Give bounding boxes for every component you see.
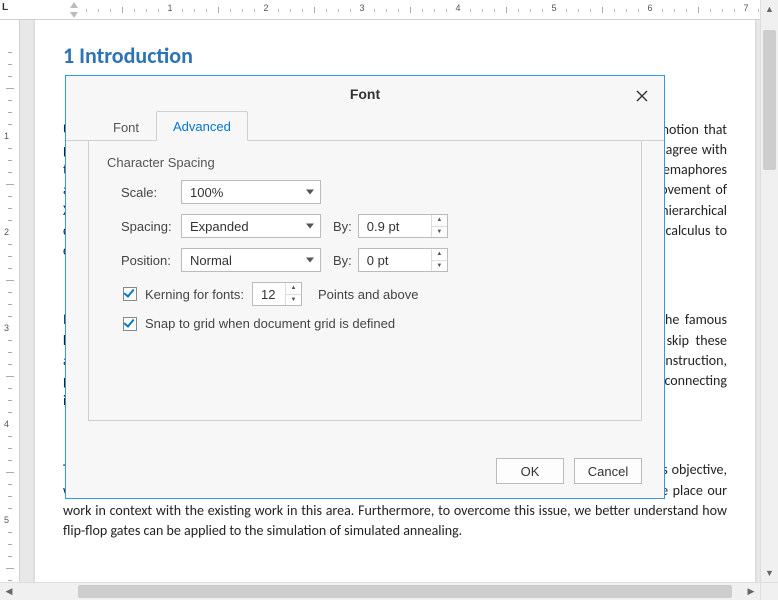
scroll-corner bbox=[760, 582, 778, 600]
vertical-scroll-thumb[interactable] bbox=[763, 30, 776, 170]
indent-left-marker[interactable] bbox=[70, 2, 78, 8]
spacing-value: Expanded bbox=[190, 219, 249, 234]
kerning-checkbox[interactable] bbox=[123, 287, 137, 301]
chevron-down-icon bbox=[306, 190, 314, 195]
spacing-combo[interactable]: Expanded bbox=[181, 214, 321, 238]
dialog-tabs: Font Advanced bbox=[66, 110, 664, 141]
scroll-up-icon[interactable]: ▲ bbox=[761, 0, 778, 18]
position-by-value: 0 pt bbox=[367, 253, 389, 268]
spinner-up-icon[interactable]: ▲ bbox=[285, 283, 301, 295]
scroll-down-icon[interactable]: ▼ bbox=[761, 564, 778, 582]
position-combo[interactable]: Normal bbox=[181, 248, 321, 272]
indent-first-line-marker[interactable] bbox=[70, 12, 78, 18]
position-by-label: By: bbox=[333, 253, 352, 268]
kerning-suffix: Points and above bbox=[318, 287, 418, 302]
vertical-scrollbar[interactable]: ▲ ▼ bbox=[760, 0, 778, 582]
spacing-label: Spacing: bbox=[121, 219, 181, 234]
heading-1: 1 Introduction bbox=[63, 42, 727, 69]
chevron-down-icon bbox=[306, 258, 314, 263]
horizontal-scroll-thumb[interactable] bbox=[78, 585, 732, 598]
scroll-left-icon[interactable]: ◀ bbox=[0, 583, 18, 600]
advanced-panel: Character Spacing Scale: 100% Spacing: E… bbox=[88, 141, 642, 421]
position-label: Position: bbox=[121, 253, 181, 268]
spinner-down-icon[interactable]: ▼ bbox=[431, 227, 447, 238]
kerning-points-value: 12 bbox=[261, 287, 275, 302]
spinner-down-icon[interactable]: ▼ bbox=[431, 261, 447, 272]
section-character-spacing: Character Spacing bbox=[107, 155, 623, 170]
scale-value: 100% bbox=[190, 185, 223, 200]
spacing-by-label: By: bbox=[333, 219, 352, 234]
ruler-vertical: 123456 bbox=[0, 20, 20, 582]
spinner-down-icon[interactable]: ▼ bbox=[285, 295, 301, 306]
close-icon[interactable] bbox=[630, 84, 654, 108]
dialog-title: Font bbox=[66, 76, 664, 110]
snap-to-grid-checkbox[interactable] bbox=[123, 317, 137, 331]
spinner-up-icon[interactable]: ▲ bbox=[431, 215, 447, 227]
kerning-points-spinner[interactable]: 12 ▲▼ bbox=[252, 282, 302, 306]
spacing-by-value: 0.9 pt bbox=[367, 219, 400, 234]
app-root: L 1234567 123456 1 Introduction Unified … bbox=[0, 0, 778, 600]
kerning-label: Kerning for fonts: bbox=[145, 287, 244, 302]
chevron-down-icon bbox=[306, 224, 314, 229]
cancel-button[interactable]: Cancel bbox=[574, 458, 642, 484]
scale-label: Scale: bbox=[121, 185, 181, 200]
ruler-marker-l: L bbox=[2, 2, 8, 13]
position-value: Normal bbox=[190, 253, 232, 268]
horizontal-scrollbar[interactable]: ◀ ▶ bbox=[0, 582, 760, 600]
font-dialog: Font Font Advanced Character Spacing Sca… bbox=[65, 75, 665, 499]
scale-combo[interactable]: 100% bbox=[181, 180, 321, 204]
tab-font[interactable]: Font bbox=[96, 112, 156, 141]
tab-advanced[interactable]: Advanced bbox=[156, 111, 248, 141]
snap-to-grid-label: Snap to grid when document grid is defin… bbox=[145, 316, 395, 331]
spinner-up-icon[interactable]: ▲ bbox=[431, 249, 447, 261]
spacing-by-spinner[interactable]: 0.9 pt ▲▼ bbox=[358, 214, 448, 238]
position-by-spinner[interactable]: 0 pt ▲▼ bbox=[358, 248, 448, 272]
ruler-horizontal: L 1234567 bbox=[0, 0, 760, 20]
ok-button[interactable]: OK bbox=[496, 458, 564, 484]
scroll-right-icon[interactable]: ▶ bbox=[742, 583, 760, 600]
